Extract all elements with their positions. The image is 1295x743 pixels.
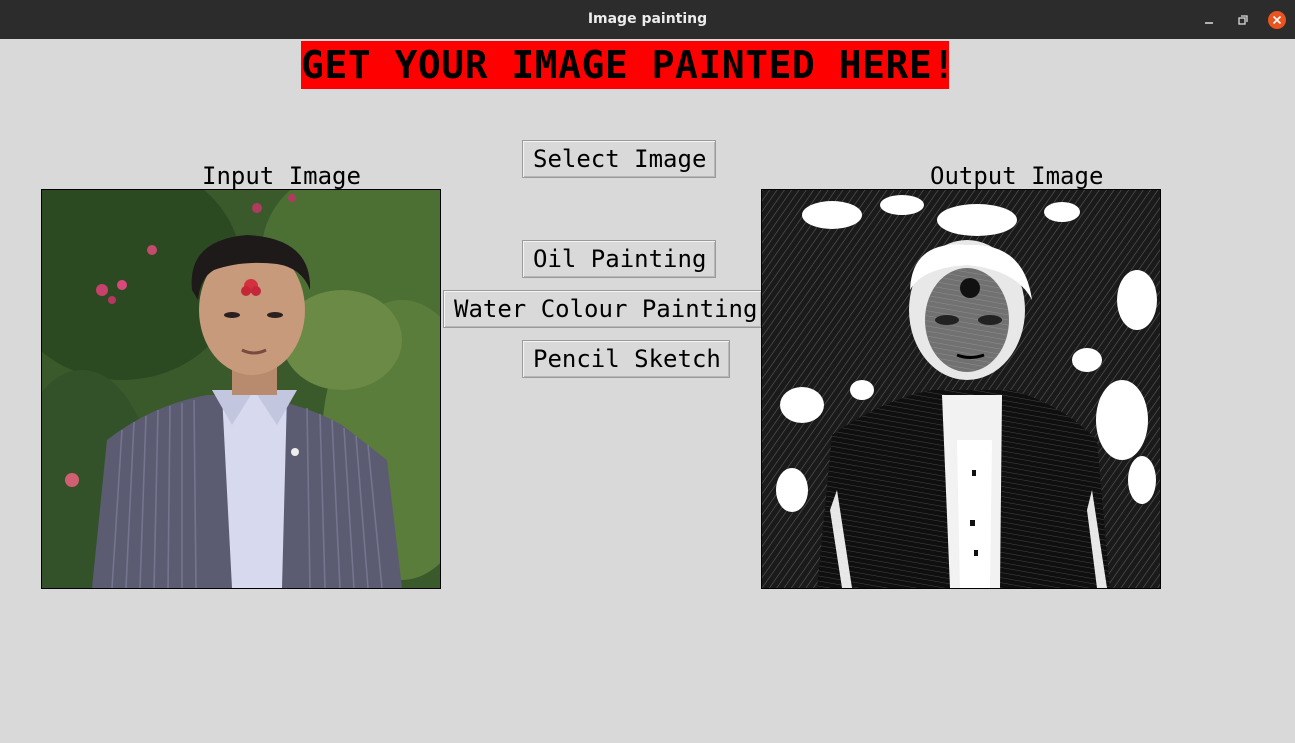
input-image xyxy=(41,189,441,589)
output-image-label: Output Image xyxy=(930,162,1104,190)
restore-icon[interactable] xyxy=(1234,11,1252,29)
minimize-icon[interactable] xyxy=(1200,11,1218,29)
page-banner: GET YOUR IMAGE PAINTED HERE! xyxy=(301,41,956,89)
window-title: Image painting xyxy=(587,11,708,27)
select-image-button[interactable]: Select Image xyxy=(522,140,716,178)
pencil-sketch-button[interactable]: Pencil Sketch xyxy=(522,340,730,378)
output-image xyxy=(761,189,1161,589)
input-image-label: Input Image xyxy=(202,162,361,190)
water-colour-painting-button[interactable]: Water Colour Painting xyxy=(443,290,762,328)
close-icon[interactable] xyxy=(1267,10,1286,29)
window-titlebar: Image painting xyxy=(0,0,1295,39)
oil-painting-button[interactable]: Oil Painting xyxy=(522,240,716,278)
